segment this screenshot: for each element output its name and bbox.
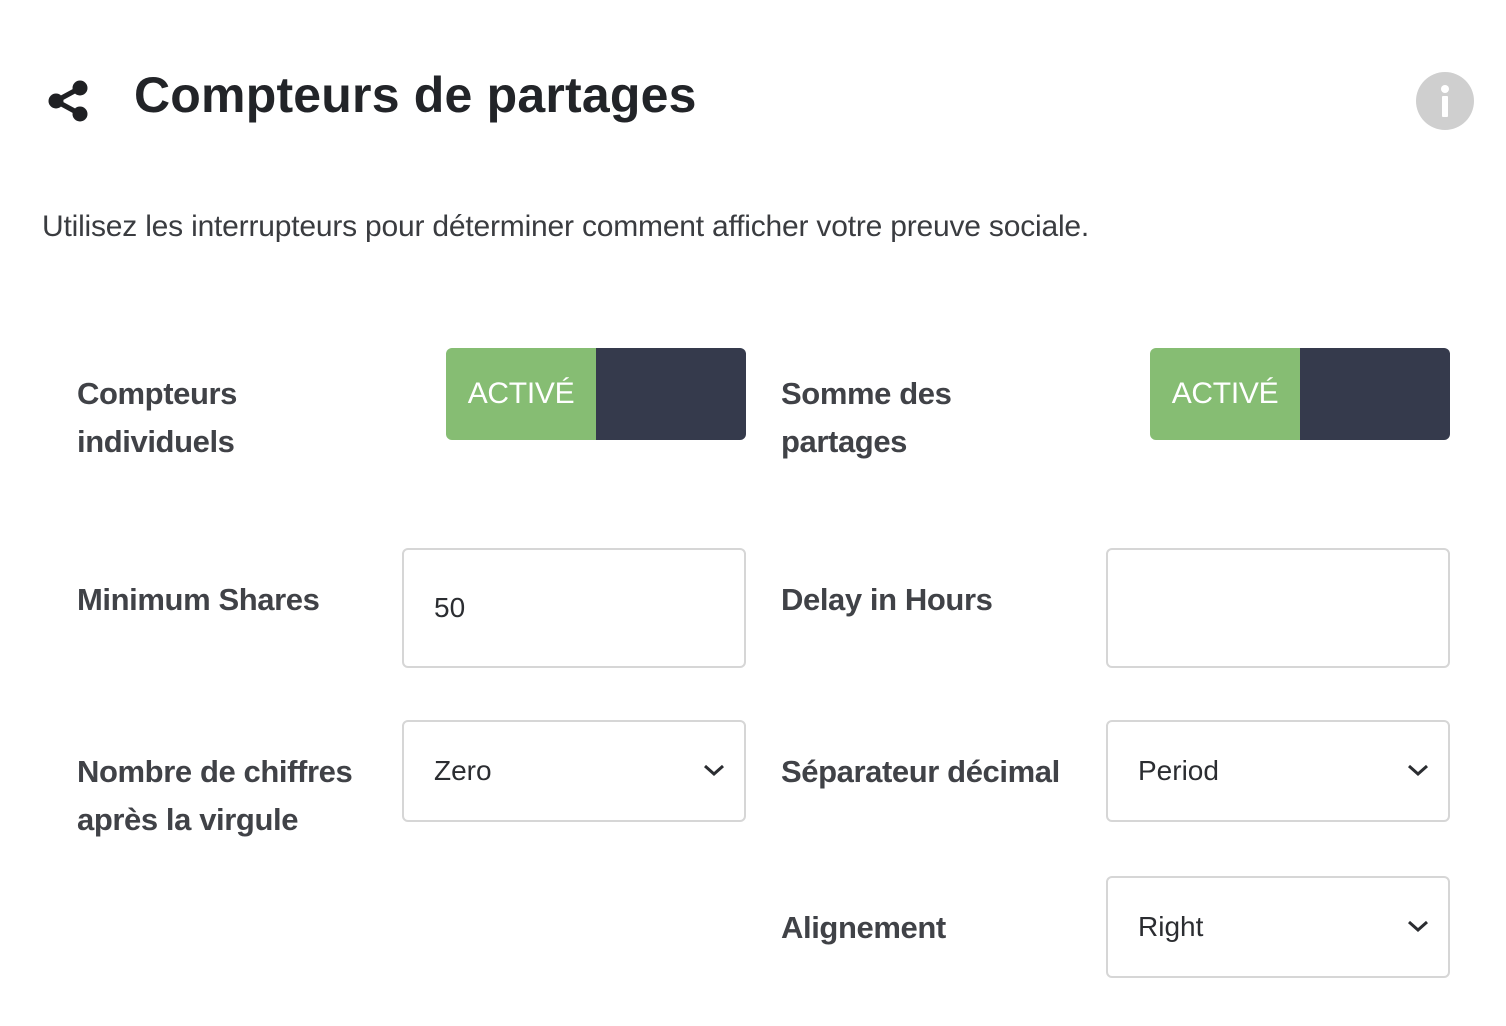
individual-counters-label: Compteurs individuels [77,376,238,459]
info-button[interactable] [1416,72,1474,130]
info-icon [1441,85,1449,117]
decimal-separator-select[interactable]: Period [1106,720,1450,822]
chevron-down-icon [1408,764,1428,777]
page-title: Compteurs de partages [134,67,697,123]
chevron-down-icon [1408,920,1428,933]
minimum-shares-input[interactable] [402,548,746,668]
decimals-label: Nombre de chiffres après la virgule [77,754,353,837]
alignment-label: Alignement [781,910,946,945]
toggle-on-label: ACTIVÉ [1150,348,1300,440]
toggle-off-side [1300,348,1450,440]
toggle-off-side [596,348,746,440]
alignment-select[interactable]: Right [1106,876,1450,978]
decimal-separator-label: Séparateur décimal [781,754,1060,789]
alignment-select-value: Right [1138,911,1204,942]
decimals-select-value: Zero [434,755,492,786]
share-icon [48,80,88,122]
decimals-select[interactable]: Zero [402,720,746,822]
individual-counters-toggle[interactable]: ACTIVÉ [446,348,746,440]
decimal-separator-select-value: Period [1138,755,1219,786]
total-shares-toggle[interactable]: ACTIVÉ [1150,348,1450,440]
minimum-shares-label: Minimum Shares [77,582,320,617]
panel-header: Compteurs de partages [0,0,1506,200]
delay-hours-label: Delay in Hours [781,582,993,617]
description-text: Utilisez les interrupteurs pour détermin… [42,210,1090,243]
chevron-down-icon [704,764,724,777]
total-shares-label: Somme des partages [781,376,952,459]
delay-hours-input[interactable] [1106,548,1450,668]
toggle-on-label: ACTIVÉ [446,348,596,440]
